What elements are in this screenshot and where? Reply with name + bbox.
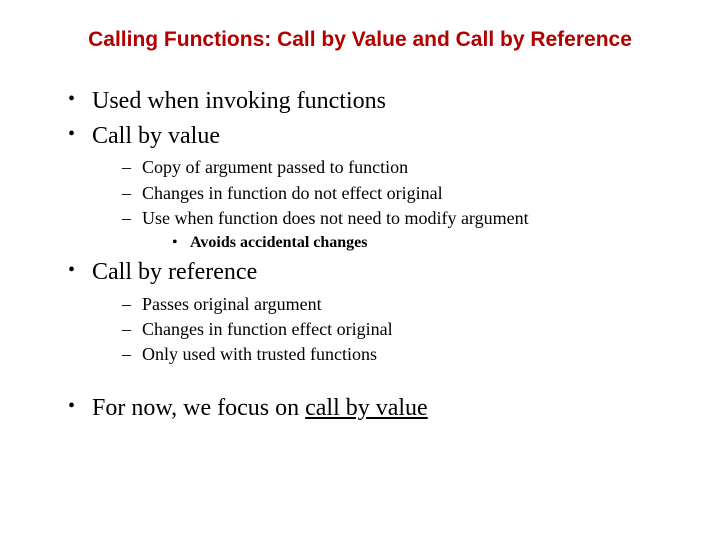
- cbv-sublist: Copy of argument passed to function Chan…: [92, 156, 680, 253]
- cbr-sublist: Passes original argument Changes in func…: [92, 293, 680, 367]
- bullet-focus-underline: call by value: [305, 395, 428, 421]
- cbr-passes: Passes original argument: [122, 293, 680, 316]
- bullet-used-when: Used when invoking functions: [68, 86, 680, 117]
- bullet-call-by-value: Call by value Copy of argument passed to…: [68, 121, 680, 253]
- bullet-call-by-reference-text: Call by reference: [92, 259, 257, 285]
- bullet-list: Used when invoking functions Call by val…: [40, 86, 680, 367]
- cbv-use-when-text: Use when function does not need to modif…: [142, 208, 529, 228]
- bullet-list-2: For now, we focus on call by value: [40, 393, 680, 424]
- cbv-use-when: Use when function does not need to modif…: [122, 207, 680, 253]
- cbv-changes: Changes in function do not effect origin…: [122, 182, 680, 205]
- slide-title: Calling Functions: Call by Value and Cal…: [40, 28, 680, 52]
- bullet-focus-pre: For now, we focus on: [92, 395, 305, 421]
- bullet-focus: For now, we focus on call by value: [68, 393, 680, 424]
- bullet-call-by-reference: Call by reference Passes original argume…: [68, 257, 680, 366]
- bullet-call-by-value-text: Call by value: [92, 123, 220, 149]
- slide: Calling Functions: Call by Value and Cal…: [0, 0, 720, 540]
- spacer: [40, 371, 680, 393]
- cbv-avoids: Avoids accidental changes: [172, 233, 680, 254]
- cbv-copy: Copy of argument passed to function: [122, 156, 680, 179]
- cbr-changes: Changes in function effect original: [122, 318, 680, 341]
- cbv-sub-sublist: Avoids accidental changes: [142, 233, 680, 254]
- cbr-trusted: Only used with trusted functions: [122, 343, 680, 366]
